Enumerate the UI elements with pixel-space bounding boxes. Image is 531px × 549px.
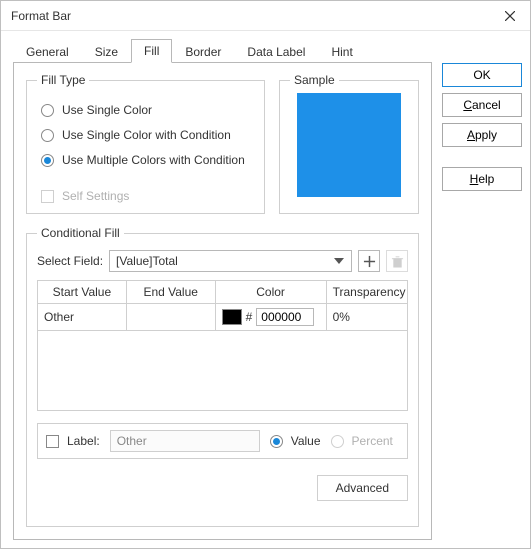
mnemonic: A — [467, 128, 475, 142]
tab-fill[interactable]: Fill — [131, 39, 172, 63]
close-icon — [505, 11, 515, 21]
color-hex-input[interactable] — [256, 308, 314, 326]
fill-type-options: Use Single Color Use Single Color with C… — [37, 97, 254, 175]
radio-icon — [41, 154, 54, 167]
titlebar: Format Bar — [1, 1, 530, 31]
tab-data-label[interactable]: Data Label — [234, 40, 318, 63]
col-transparency: Transparency — [326, 281, 407, 304]
radio-icon — [331, 435, 344, 448]
cell-color[interactable]: # — [215, 304, 326, 331]
radio-icon — [41, 104, 54, 117]
tab-hint[interactable]: Hint — [318, 40, 365, 63]
radio-label: Percent — [352, 434, 393, 448]
close-button[interactable] — [490, 1, 530, 31]
table-row[interactable]: Other # 0% — [38, 304, 408, 331]
ok-button[interactable]: OK — [442, 63, 522, 87]
sample-group: Sample — [279, 73, 419, 214]
window-title: Format Bar — [11, 9, 71, 23]
col-end-value: End Value — [126, 281, 215, 304]
chevron-down-icon — [331, 258, 347, 264]
sample-legend: Sample — [290, 73, 339, 87]
hash-label: # — [246, 310, 253, 324]
trash-icon — [391, 255, 404, 268]
tab-size[interactable]: Size — [82, 40, 131, 63]
fill-top-row: Fill Type Use Single Color Use Single Co… — [26, 73, 419, 214]
radio-label: Use Multiple Colors with Condition — [62, 153, 245, 167]
conditional-fill-legend: Conditional Fill — [37, 226, 124, 240]
right-button-column: OK Cancel Apply Help — [432, 39, 522, 540]
fill-type-group: Fill Type Use Single Color Use Single Co… — [26, 73, 265, 214]
radio-value[interactable]: Value — [270, 434, 321, 448]
plus-icon — [363, 255, 376, 268]
conditional-table: Start Value End Value Color Transparency… — [37, 280, 408, 331]
button-label-rest: ancel — [472, 98, 501, 112]
checkbox-icon — [46, 435, 59, 448]
table-header-row: Start Value End Value Color Transparency — [38, 281, 408, 304]
label-input — [110, 430, 260, 452]
mnemonic: C — [463, 98, 472, 112]
cell-end-value[interactable] — [126, 304, 215, 331]
delete-row-button — [386, 250, 408, 272]
select-field-dropdown[interactable]: [Value]Total — [109, 250, 352, 272]
add-row-button[interactable] — [358, 250, 380, 272]
radio-use-multiple-colors-condition[interactable]: Use Multiple Colors with Condition — [41, 153, 254, 167]
col-start-value: Start Value — [38, 281, 127, 304]
button-label: OK — [473, 68, 490, 82]
apply-button[interactable]: Apply — [442, 123, 522, 147]
conditional-table-wrap: Start Value End Value Color Transparency… — [37, 280, 408, 411]
radio-icon — [41, 129, 54, 142]
radio-percent: Percent — [331, 434, 393, 448]
radio-label: Use Single Color with Condition — [62, 128, 231, 142]
fill-type-legend: Fill Type — [37, 73, 89, 87]
cancel-button[interactable]: Cancel — [442, 93, 522, 117]
col-color: Color — [215, 281, 326, 304]
radio-use-single-color-condition[interactable]: Use Single Color with Condition — [41, 128, 254, 142]
radio-label: Use Single Color — [62, 103, 152, 117]
radio-use-single-color[interactable]: Use Single Color — [41, 103, 254, 117]
tab-body-fill: Fill Type Use Single Color Use Single Co… — [13, 63, 432, 540]
conditional-fill-group: Conditional Fill Select Field: [Value]To… — [26, 226, 419, 527]
select-field-label: Select Field: — [37, 254, 103, 268]
select-field-value: [Value]Total — [116, 254, 178, 268]
button-label-rest: elp — [478, 172, 494, 186]
label-row: Label: Value Percent — [37, 423, 408, 459]
checkbox-label-toggle[interactable]: Label: — [46, 434, 100, 448]
button-label-rest: pply — [475, 128, 497, 142]
tab-border[interactable]: Border — [172, 40, 234, 63]
advanced-wrap: Advanced — [37, 475, 408, 501]
radio-label: Value — [291, 434, 321, 448]
cell-transparency[interactable]: 0% — [326, 304, 407, 331]
color-swatch[interactable] — [222, 309, 242, 325]
tab-general[interactable]: General — [13, 40, 82, 63]
checkbox-icon — [41, 190, 54, 203]
cell-start-value[interactable]: Other — [38, 304, 127, 331]
dialog-window: Format Bar General Size Fill Border Data… — [0, 0, 531, 549]
advanced-button[interactable]: Advanced — [317, 475, 408, 501]
left-pane: General Size Fill Border Data Label Hint… — [13, 39, 432, 540]
checkbox-self-settings: Self Settings — [37, 189, 254, 203]
checkbox-label: Self Settings — [62, 189, 129, 203]
help-button[interactable]: Help — [442, 167, 522, 191]
sample-swatch — [297, 93, 401, 197]
select-field-row: Select Field: [Value]Total — [37, 250, 408, 272]
checkbox-label-text: Label: — [67, 434, 100, 448]
tab-strip: General Size Fill Border Data Label Hint — [13, 39, 432, 63]
table-empty-area — [37, 331, 408, 411]
radio-icon — [270, 435, 283, 448]
content-area: General Size Fill Border Data Label Hint… — [1, 31, 530, 548]
spacer — [442, 153, 522, 161]
